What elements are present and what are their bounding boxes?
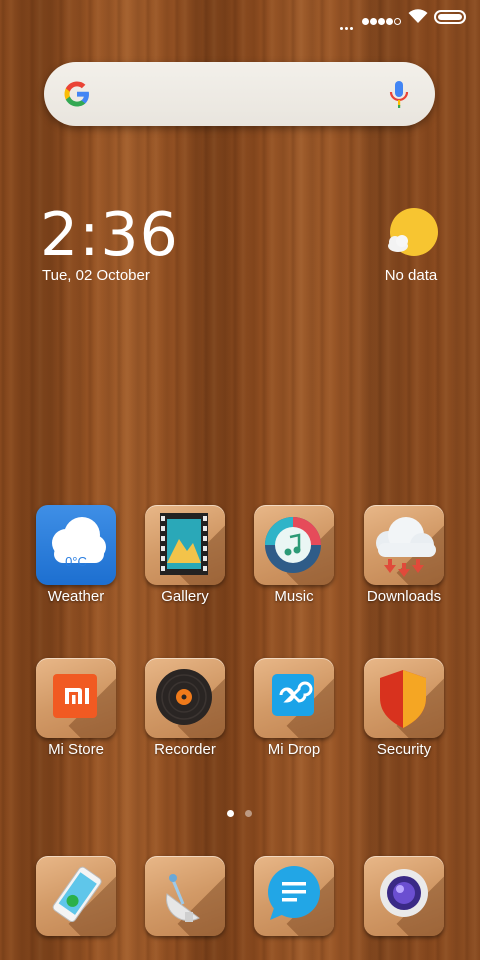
app-label: Music <box>274 588 314 605</box>
sun-cloud-icon[interactable] <box>386 208 438 260</box>
page-dot-active[interactable] <box>227 810 234 817</box>
mi-store-icon <box>53 674 97 718</box>
mi-drop-icon <box>272 674 314 716</box>
app-music[interactable]: Music <box>244 505 344 605</box>
download-cloud-icon <box>376 517 436 577</box>
shield-icon <box>380 670 426 728</box>
app-mi-store[interactable]: Mi Store <box>26 658 126 758</box>
battery-icon <box>434 10 466 24</box>
google-search-bar[interactable] <box>44 62 435 126</box>
app-label: Weather <box>47 588 105 605</box>
app-security[interactable]: Security <box>354 658 454 758</box>
app-label: Mi Store <box>48 741 104 758</box>
phone-icon <box>52 866 102 923</box>
film-gallery-icon <box>160 513 208 575</box>
app-downloads[interactable]: Downloads <box>354 505 454 605</box>
app-gallery[interactable]: Gallery <box>135 505 235 605</box>
wifi-icon <box>408 9 428 23</box>
weather-status[interactable]: No data <box>381 267 441 284</box>
clock-time[interactable]: 2:36 <box>40 200 179 270</box>
signal-icon <box>362 12 402 30</box>
satellite-dish-icon <box>166 874 200 922</box>
app-label: Downloads <box>366 588 442 605</box>
app-label: Mi Drop <box>267 741 321 758</box>
messages-icon <box>268 866 320 920</box>
app-weather[interactable]: 0°C Weather <box>26 505 126 605</box>
app-label: Recorder <box>154 741 216 758</box>
mic-icon[interactable] <box>387 79 411 111</box>
app-label: Gallery <box>161 588 209 605</box>
clock-date[interactable]: Tue, 02 October <box>42 267 150 284</box>
app-label: Security <box>376 741 432 758</box>
weather-cloud-icon: 0°C <box>36 505 116 585</box>
dock-camera[interactable] <box>354 856 454 936</box>
dock-phone[interactable] <box>26 856 126 936</box>
page-dot[interactable] <box>245 810 252 817</box>
google-g-icon <box>64 81 89 107</box>
dock-messages[interactable] <box>244 856 344 936</box>
camera-icon <box>380 869 428 917</box>
app-mi-drop[interactable]: Mi Drop <box>244 658 344 758</box>
status-bar <box>0 0 480 34</box>
music-icon <box>265 517 321 573</box>
weather-temp: 0°C <box>65 554 87 569</box>
app-recorder[interactable]: Recorder <box>135 658 235 758</box>
recorder-icon <box>156 669 212 725</box>
notification-dots-icon <box>340 17 356 30</box>
dock-satellite[interactable] <box>135 856 235 936</box>
page-indicator[interactable] <box>227 804 263 822</box>
